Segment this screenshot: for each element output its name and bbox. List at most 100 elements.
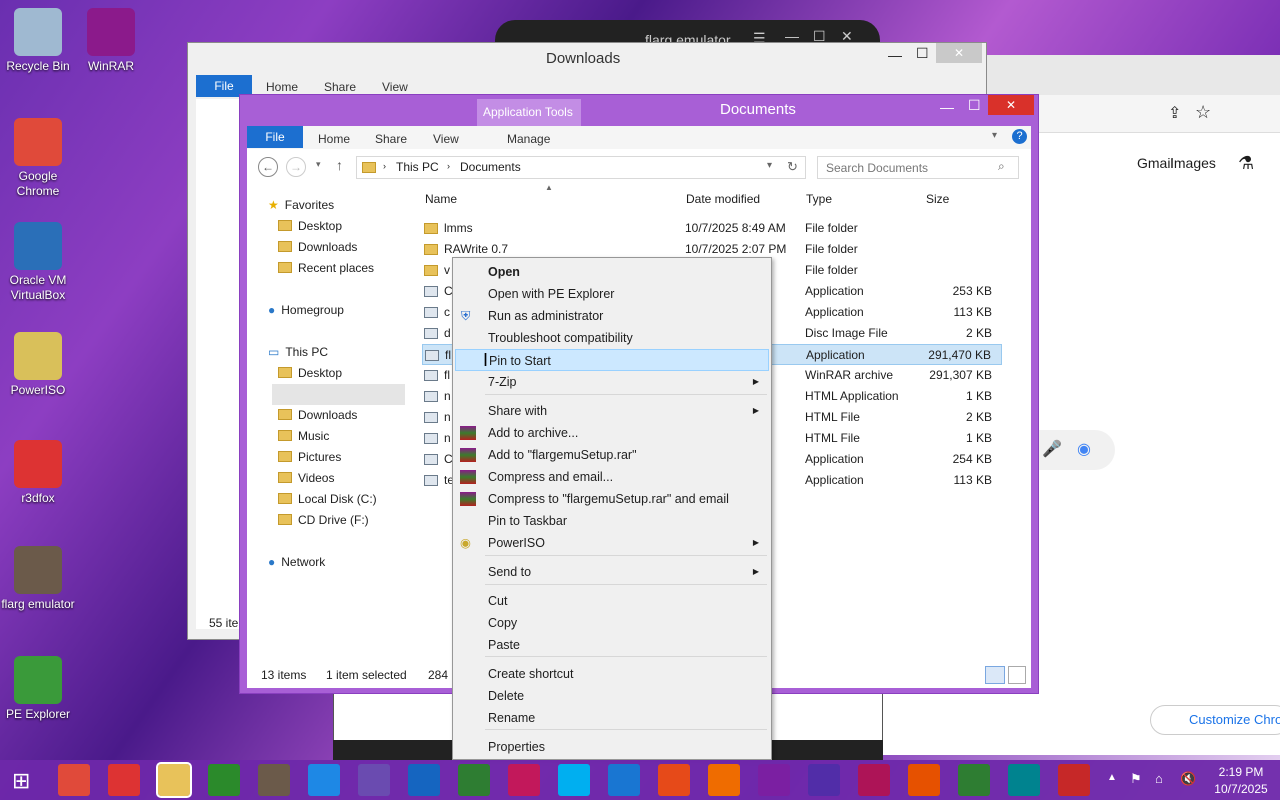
desktop-icon-recycle-bin[interactable]: Recycle Bin [0, 8, 76, 74]
camera-icon[interactable]: ◉ [1077, 439, 1091, 459]
menu-item-compress-and-email[interactable]: Compress and email... [455, 466, 769, 488]
chevron-down-icon[interactable]: ▾ [992, 130, 997, 141]
desktop-icon-r3dfox[interactable]: r3dfox [0, 440, 76, 506]
menu-item-pin-to-start[interactable]: Pin to Start [455, 349, 769, 371]
menu-item-add-to-flargemusetup-rar[interactable]: Add to "flargemuSetup.rar" [455, 444, 769, 466]
menu-item-open[interactable]: Open [455, 261, 769, 283]
onedrive-taskbar-icon[interactable] [608, 764, 640, 796]
network-icon[interactable]: ⌂ [1155, 771, 1163, 786]
nav-item-downloads[interactable]: Downloads [278, 405, 357, 425]
menu-item-pin-to-taskbar[interactable]: Pin to Taskbar [455, 510, 769, 532]
menu-item-7-zip[interactable]: 7-Zip ▶ [455, 371, 769, 393]
tab-manage[interactable]: Manage [507, 132, 550, 146]
menu-item-send-to[interactable]: Send to ▶ [455, 561, 769, 583]
menu-item-delete[interactable]: Delete [455, 685, 769, 707]
column-date[interactable]: Date modified [686, 192, 760, 206]
file-tab[interactable]: File [247, 126, 303, 148]
flag-icon[interactable]: ⚑ [1130, 771, 1142, 787]
desktop-icon-winrar[interactable]: WinRAR [73, 8, 149, 74]
onenote-taskbar-icon[interactable] [758, 764, 790, 796]
search-icon[interactable]: ⌕ [998, 159, 1005, 174]
people-taskbar-icon[interactable] [708, 764, 740, 796]
breadcrumb-documents[interactable]: Documents [460, 160, 521, 174]
r3dfox-taskbar-icon[interactable] [108, 764, 140, 796]
menu-item-run-as-administrator[interactable]: Run as administrator ⛨ [455, 305, 769, 327]
file-row[interactable]: lmms 10/7/2025 8:49 AM File folder [422, 218, 1002, 239]
nav-favorites[interactable]: ★ Favorites [268, 195, 334, 215]
menu-item-compress-to-flargemusetup-rar-and-email[interactable]: Compress to "flargemuSetup.rar" and emai… [455, 488, 769, 510]
nav-item-pictures[interactable]: Pictures [278, 447, 341, 467]
chevron-down-icon[interactable]: ▾ [767, 160, 772, 171]
menu-item-troubleshoot-compatibility[interactable]: Troubleshoot compatibility [455, 327, 769, 349]
customize-chrome-button[interactable]: Customize Chro [1150, 705, 1280, 735]
maximize-icon[interactable]: ☐ [968, 97, 981, 114]
trophy-taskbar-icon[interactable] [358, 764, 390, 796]
menu-item-paste[interactable]: Paste [455, 634, 769, 656]
skype-taskbar-icon[interactable] [558, 764, 590, 796]
tab-share[interactable]: Share [324, 80, 356, 94]
tray-chevron-icon[interactable]: ▲ [1107, 772, 1117, 783]
mail-taskbar-icon[interactable] [408, 764, 440, 796]
forward-icon[interactable]: → [286, 157, 306, 177]
video-taskbar-icon[interactable] [508, 764, 540, 796]
star-icon[interactable]: ☆ [1195, 102, 1211, 123]
clock-date[interactable]: 10/7/2025 [1208, 782, 1274, 796]
minimize-icon[interactable]: — [940, 99, 954, 115]
music-taskbar-icon[interactable] [908, 764, 940, 796]
clock-time[interactable]: 2:19 PM [1212, 765, 1270, 779]
column-type[interactable]: Type [806, 192, 832, 206]
minimize-icon[interactable]: — [888, 47, 902, 63]
desktop-icon-flarg[interactable]: flarg emulator [0, 546, 76, 612]
images-link[interactable]: Images [1170, 155, 1216, 171]
nav-item-cd-drive-f[interactable]: CD Drive (F:) [278, 510, 369, 530]
mic-icon[interactable]: 🎤 [1042, 439, 1062, 459]
help-taskbar-icon[interactable] [658, 764, 690, 796]
close-button[interactable]: ✕ [936, 43, 982, 63]
gmail-link[interactable]: Gmail [1137, 155, 1174, 171]
finance-taskbar-icon[interactable] [458, 764, 490, 796]
xbox-taskbar-icon[interactable] [958, 764, 990, 796]
address-bar[interactable]: › This PC › Documents ▾ ↻ [356, 156, 806, 179]
help-icon[interactable]: ? [1012, 129, 1027, 144]
menu-item-copy[interactable]: Copy [455, 612, 769, 634]
maximize-icon[interactable]: ☐ [916, 45, 929, 62]
tab-view[interactable]: View [382, 80, 408, 94]
desktop-icon-poweriso[interactable]: PowerISO [0, 332, 76, 398]
nav-this-pc[interactable]: ▭ This PC [268, 342, 328, 362]
share-icon[interactable]: ⇪ [1168, 103, 1181, 123]
column-name[interactable]: Name [425, 192, 457, 206]
tab-share[interactable]: Share [375, 132, 407, 146]
tab-view[interactable]: View [433, 132, 459, 146]
nav-network[interactable]: ● Network [268, 552, 325, 572]
breadcrumb-this-pc[interactable]: This PC [396, 160, 439, 174]
start-icon[interactable]: ⊞ [12, 768, 30, 794]
weather-taskbar-icon[interactable] [308, 764, 340, 796]
calendar-taskbar-icon[interactable] [808, 764, 840, 796]
desktop-icon-pe-explorer[interactable]: PE Explorer [0, 656, 76, 722]
nav-item-recent-places[interactable]: Recent places [278, 258, 374, 278]
nav-item-desktop[interactable]: Desktop [278, 363, 342, 383]
menu-item-cut[interactable]: Cut [455, 590, 769, 612]
close-button[interactable]: ✕ [988, 95, 1034, 115]
tiles-view-icon[interactable] [1008, 666, 1026, 684]
menu-item-add-to-archive[interactable]: Add to archive... [455, 422, 769, 444]
refresh-icon[interactable]: ↻ [787, 159, 798, 175]
menu-item-create-shortcut[interactable]: Create shortcut [455, 663, 769, 685]
up-icon[interactable]: ↑ [336, 157, 343, 173]
menu-item-properties[interactable]: Properties [455, 736, 769, 758]
back-icon[interactable]: ← [258, 157, 278, 177]
health-taskbar-icon[interactable] [1058, 764, 1090, 796]
tab-home[interactable]: Home [318, 132, 350, 146]
nav-item-videos[interactable]: Videos [278, 468, 334, 488]
flarg-taskbar-icon[interactable] [258, 764, 290, 796]
menu-item-rename[interactable]: Rename [455, 707, 769, 729]
food-taskbar-icon[interactable] [1008, 764, 1040, 796]
menu-item-open-with-pe-explorer[interactable]: Open with PE Explorer [455, 283, 769, 305]
nav-item-music[interactable]: Music [278, 426, 329, 446]
chrome-taskbar-icon[interactable] [58, 764, 90, 796]
nav-item-desktop[interactable]: Desktop [278, 216, 342, 236]
column-size[interactable]: Size [926, 192, 949, 206]
menu-item-poweriso[interactable]: PowerISO ▶ ◉ [455, 532, 769, 554]
details-view-icon[interactable] [985, 666, 1005, 684]
store-taskbar-icon[interactable] [208, 764, 240, 796]
